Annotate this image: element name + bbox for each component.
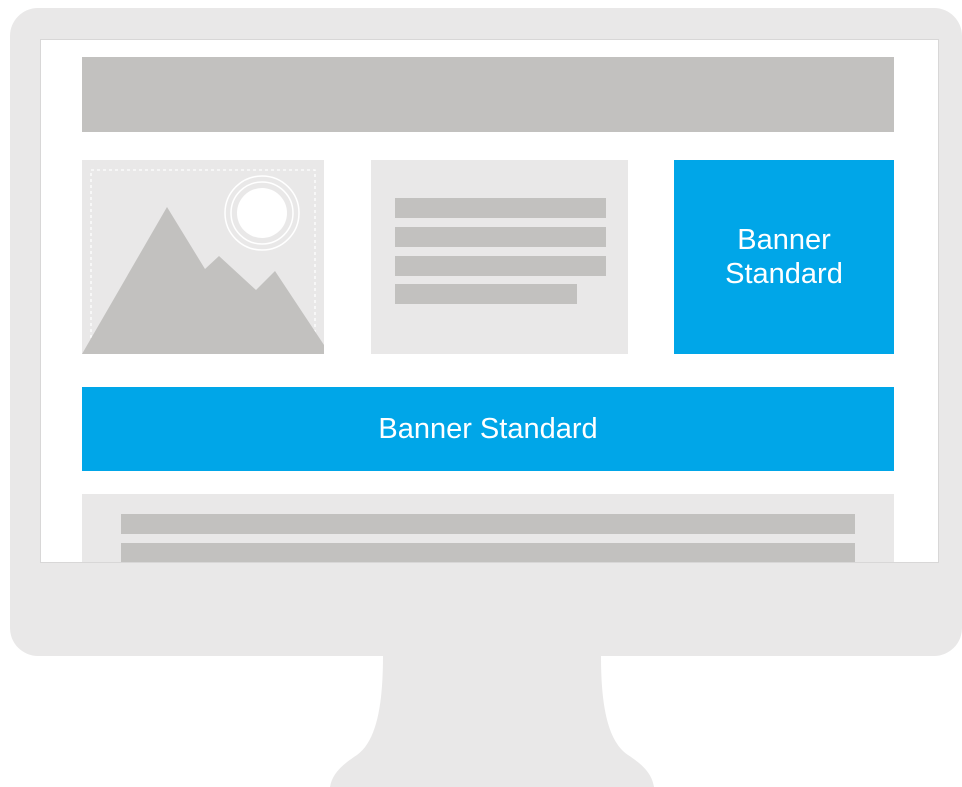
- banner-standard-wide[interactable]: Banner Standard: [82, 387, 894, 471]
- image-placeholder: [82, 160, 324, 354]
- banner-square-label: Banner Standard: [725, 224, 843, 290]
- text-line: [121, 543, 855, 562]
- text-line: [395, 227, 606, 247]
- mountain-sun-image-icon: [82, 169, 324, 354]
- text-line: [395, 256, 606, 276]
- banner-standard-square[interactable]: Banner Standard: [674, 160, 894, 354]
- text-content-card: [371, 160, 628, 354]
- text-line: [395, 198, 606, 218]
- header-placeholder: [82, 57, 894, 132]
- footer-content-card: [82, 494, 894, 562]
- banner-wide-label: Banner Standard: [378, 412, 598, 445]
- text-line: [395, 284, 577, 304]
- monitor-screen: Banner Standard Banner Standard: [40, 39, 939, 563]
- text-line: [121, 514, 855, 534]
